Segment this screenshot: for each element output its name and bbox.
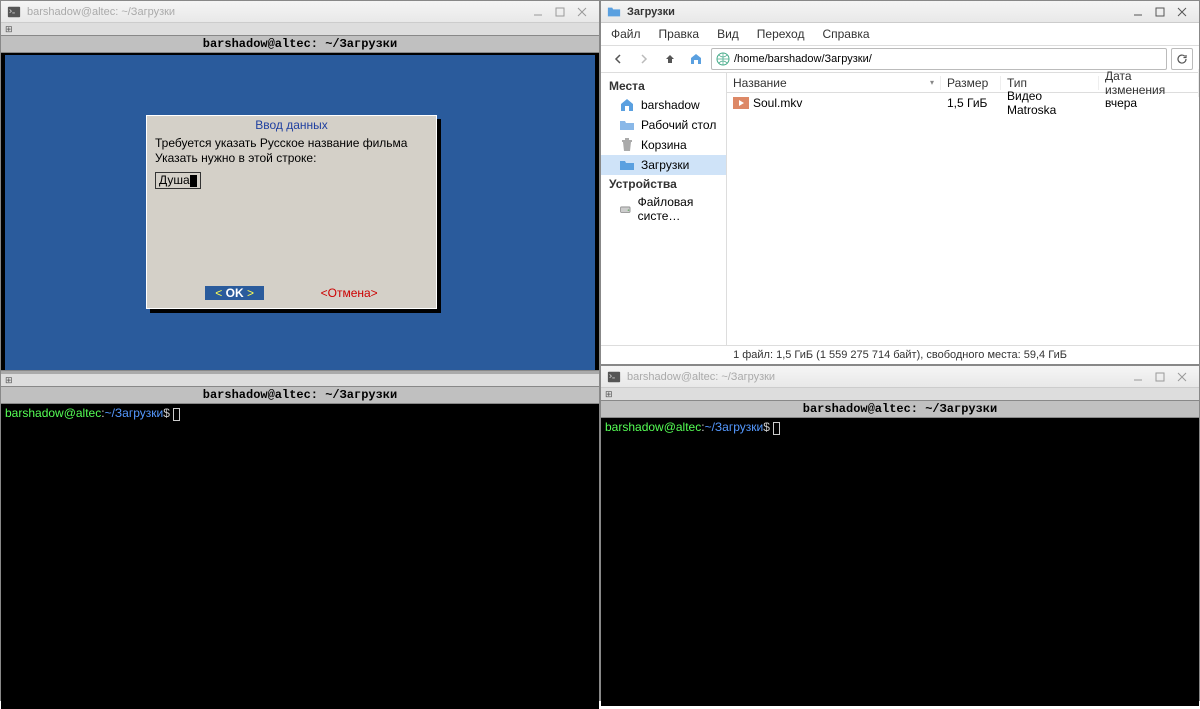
menu-view[interactable]: Вид (717, 27, 739, 41)
titlebar[interactable]: barshadow@altec: ~/Загрузки (601, 366, 1199, 388)
window-title: barshadow@altec: ~/Загрузки (27, 6, 175, 18)
sidebar-trash[interactable]: Корзина (601, 135, 726, 155)
text-cursor (773, 422, 780, 435)
menu-help[interactable]: Справка (822, 27, 869, 41)
cancel-button[interactable]: <Отмена> (321, 286, 378, 300)
back-button[interactable] (607, 48, 629, 70)
sidebar-filesystem[interactable]: Файловая систе… (601, 193, 726, 225)
location-icon (716, 52, 730, 66)
window-title: Загрузки (627, 6, 675, 18)
terminal-window-3: barshadow@altec: ~/Загрузки ⊞ barshadow@… (600, 365, 1200, 701)
sort-indicator-icon: ▾ (930, 78, 934, 87)
terminal-body[interactable]: barshadow@altec:~/Загрузки$ (601, 418, 1199, 706)
menu-go[interactable]: Переход (757, 27, 805, 41)
sidebar-downloads[interactable]: Загрузки (601, 155, 726, 175)
column-headers: Название▾ Размер Тип Дата изменения (727, 73, 1199, 93)
file-manager-window: Загрузки Файл Правка Вид Переход Справка… (600, 0, 1200, 365)
minimize-button[interactable] (527, 4, 549, 20)
prompt-path: ~/Загрузки (705, 420, 764, 434)
home-icon (619, 97, 635, 113)
terminal-pane-bar: ⊞ (1, 374, 599, 386)
ok-button[interactable]: < OK > (205, 286, 264, 300)
minimize-button[interactable] (1127, 369, 1149, 385)
terminal-body[interactable]: Ввод данных Требуется указать Русское на… (1, 53, 599, 375)
dialog-text-2: Указать нужно в этой строке: (155, 151, 428, 166)
terminal-tab-header: barshadow@altec: ~/Загрузки (601, 400, 1199, 418)
input-dialog: Ввод данных Требуется указать Русское на… (146, 115, 437, 309)
maximize-button[interactable] (549, 4, 571, 20)
dialog-title: Ввод данных (147, 116, 436, 134)
reload-button[interactable] (1171, 48, 1193, 70)
sidebar-home[interactable]: barshadow (601, 95, 726, 115)
col-date[interactable]: Дата изменения (1099, 69, 1199, 97)
window-title: barshadow@altec: ~/Загрузки (627, 371, 775, 383)
maximize-button[interactable] (1149, 4, 1171, 20)
statusbar: 1 файл: 1,5 ГиБ (1 559 275 714 байт), св… (601, 345, 1199, 365)
file-list: Название▾ Размер Тип Дата изменения Soul… (727, 73, 1199, 345)
sidebar: Места barshadow Рабочий стол Корзина Заг… (601, 73, 727, 345)
menubar: Файл Правка Вид Переход Справка (601, 23, 1199, 45)
prompt-path: ~/Загрузки (105, 406, 164, 420)
terminal-tab-header: barshadow@altec: ~/Загрузки (1, 35, 599, 53)
terminal-window-2: ⊞ barshadow@altec: ~/Загрузки barshadow@… (0, 370, 600, 701)
titlebar[interactable]: barshadow@altec: ~/Загрузки (1, 1, 599, 23)
file-date: вчера (1099, 96, 1199, 110)
path-text: /home/barshadow/Загрузки/ (734, 53, 872, 65)
prompt-user: barshadow@altec (605, 420, 701, 434)
close-button[interactable] (1171, 369, 1193, 385)
folder-icon (607, 5, 621, 19)
prompt-user: barshadow@altec (5, 406, 101, 420)
menu-edit[interactable]: Правка (659, 27, 700, 41)
terminal-pane-bar: ⊞ (1, 23, 599, 35)
up-button[interactable] (659, 48, 681, 70)
drive-icon (619, 201, 632, 217)
folder-icon (619, 117, 635, 133)
col-type[interactable]: Тип (1001, 76, 1099, 90)
file-row[interactable]: Soul.mkv 1,5 ГиБ Видео Matroska вчера (727, 93, 1199, 113)
home-button[interactable] (685, 48, 707, 70)
folder-icon (619, 157, 635, 173)
col-name[interactable]: Название▾ (727, 76, 941, 90)
terminal-tab-header: barshadow@altec: ~/Загрузки (1, 386, 599, 404)
forward-button[interactable] (633, 48, 655, 70)
terminal-pane-bar: ⊞ (601, 388, 1199, 400)
video-file-icon (733, 97, 749, 109)
file-type: Видео Matroska (1001, 89, 1099, 117)
close-button[interactable] (571, 4, 593, 20)
sidebar-places-header: Места (601, 77, 726, 95)
text-cursor (173, 408, 180, 421)
trash-icon (619, 137, 635, 153)
dialog-input[interactable]: Душа (155, 172, 201, 189)
text-cursor (190, 175, 197, 187)
terminal-icon (607, 370, 621, 384)
sidebar-desktop[interactable]: Рабочий стол (601, 115, 726, 135)
menu-file[interactable]: Файл (611, 27, 641, 41)
close-button[interactable] (1171, 4, 1193, 20)
minimize-button[interactable] (1127, 4, 1149, 20)
sidebar-devices-header: Устройства (601, 175, 726, 193)
col-size[interactable]: Размер (941, 76, 1001, 90)
titlebar[interactable]: Загрузки (601, 1, 1199, 23)
dialog-text-1: Требуется указать Русское название фильм… (155, 136, 428, 151)
path-input[interactable]: /home/barshadow/Загрузки/ (711, 48, 1167, 70)
file-size: 1,5 ГиБ (941, 96, 1001, 110)
terminal-icon (7, 5, 21, 19)
file-name: Soul.mkv (753, 96, 802, 110)
terminal-window-1: barshadow@altec: ~/Загрузки ⊞ barshadow@… (0, 0, 600, 370)
maximize-button[interactable] (1149, 369, 1171, 385)
terminal-body[interactable]: barshadow@altec:~/Загрузки$ (1, 404, 599, 709)
